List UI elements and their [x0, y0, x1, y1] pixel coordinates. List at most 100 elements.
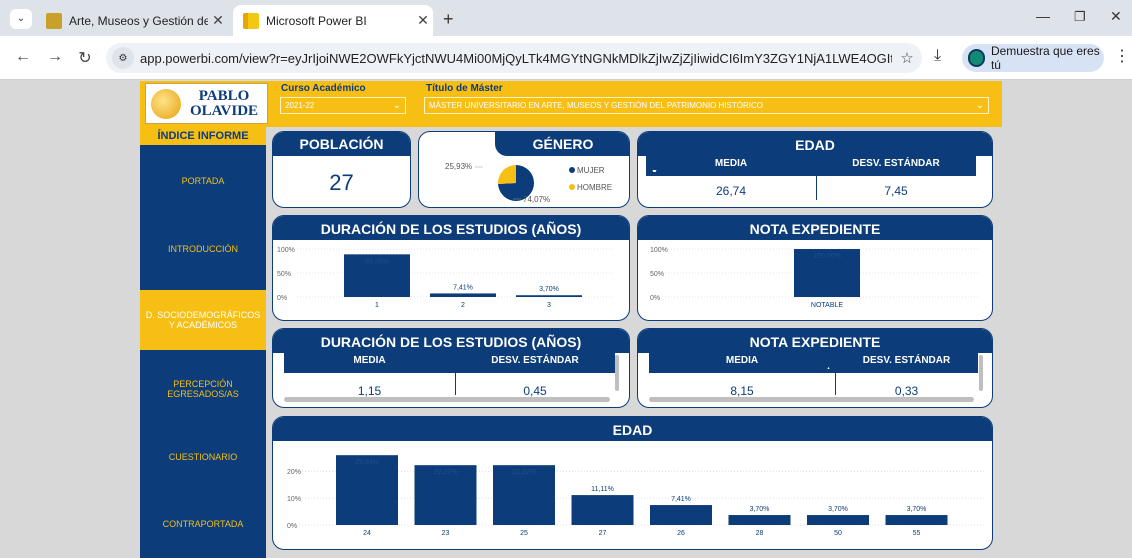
bar[interactable]	[650, 505, 712, 525]
bar[interactable]	[430, 293, 496, 297]
edad-chart: 20% 10% 0% 25,93% 24 22,22% 23 22,22% 25 11,11% 27…	[287, 455, 985, 537]
sidebar-item-sociodemograficos[interactable]: D. SOCIODEMOGRÁFICOS Y ACADÉMICOS	[140, 290, 266, 350]
new-tab-icon[interactable]: +	[443, 9, 454, 30]
chevron-down-icon: ⌄	[392, 100, 401, 111]
sidebar-item-contraportada[interactable]: CONTRAPORTADA	[140, 508, 266, 540]
url-text: app.powerbi.com/view?r=eyJrIjoiNWE2OWFkY…	[140, 50, 892, 66]
x-tick-label: 26	[677, 530, 685, 537]
legend-dot-hombre	[569, 184, 575, 190]
edad-chart-card: EDAD 20% 10% 0% 25,93% 24 22,22% 23 22,22% 25 11,…	[272, 416, 993, 550]
download-icon[interactable]: ⤓	[934, 47, 941, 65]
y-tick-label: 10%	[287, 496, 301, 503]
data-label: 7,41%	[671, 496, 691, 503]
x-tick-label: 23	[442, 530, 450, 537]
profile-label: Demuestra que eres tú	[990, 44, 1100, 72]
nota-desv-header: DESV. ESTÁNDAR	[835, 353, 978, 369]
powerbi-icon	[243, 12, 259, 29]
genero-card: GÉNERO 25,93% 74,07% MUJER HOMBRE	[418, 131, 630, 208]
bar[interactable]	[885, 515, 948, 525]
bar[interactable]	[516, 295, 582, 297]
close-window-icon[interactable]: ✕	[1110, 8, 1122, 25]
edad-desv-value: 7,45	[884, 184, 908, 198]
sidebar-item-cuestionario[interactable]: CUESTIONARIO	[140, 441, 266, 473]
vertical-scrollbar[interactable]	[979, 355, 983, 391]
legend-hombre: HOMBRE	[577, 183, 612, 192]
reload-icon[interactable]: ↻	[74, 48, 96, 68]
x-tick-label: 50	[834, 530, 842, 537]
nota-stats-card: NOTA EXPEDIENTE MEDIA DESV. ESTÁNDAR ▲ 8…	[637, 328, 993, 408]
master-slicer[interactable]: MÁSTER UNIVERSITARIO EN ARTE, MUSEOS Y G…	[424, 97, 989, 114]
y-tick-label: 0%	[650, 295, 660, 302]
sidebar-item-percepcion[interactable]: PERCEPCIÓN EGRESADOS/AS	[140, 373, 266, 405]
genero-pie: 25,93% 74,07% MUJER HOMBRE	[445, 162, 612, 204]
tab-title: Microsoft Power BI	[266, 13, 367, 28]
x-tick-label: NOTABLE	[811, 302, 843, 309]
x-tick-label: 27	[599, 530, 607, 537]
data-label: 3,70%	[907, 506, 927, 513]
site-info-icon[interactable]: ⚙	[112, 47, 134, 69]
duracion-media-header: MEDIA	[284, 353, 455, 369]
edad-media-header: MEDIA	[646, 156, 816, 172]
data-label: 100,00%	[813, 253, 841, 260]
pie-slice-hombre	[498, 165, 516, 185]
curso-value: 2021-22	[285, 101, 315, 110]
forward-icon[interactable]: →	[44, 48, 66, 66]
tab-power-bi[interactable]: Microsoft Power BI ✕	[233, 5, 433, 36]
url-field[interactable]: ⚙ app.powerbi.com/view?r=eyJrIjoiNWE2OWF…	[106, 43, 922, 73]
bookmark-star-icon[interactable]: ☆	[892, 49, 922, 67]
profile-button[interactable]: Demuestra que eres tú	[962, 44, 1104, 72]
sidebar-item-portada[interactable]: PORTADA	[140, 165, 266, 197]
horizontal-scrollbar[interactable]	[284, 397, 610, 402]
master-label: Título de Máster	[426, 83, 503, 94]
duracion-desv-header: DESV. ESTÁNDAR	[455, 353, 615, 369]
minimize-icon[interactable]: —	[1036, 8, 1050, 24]
logo-sun-icon	[151, 88, 181, 119]
y-tick-label: 0%	[277, 295, 287, 302]
menu-kebab-icon[interactable]: ⋮	[1114, 46, 1130, 66]
close-tab-icon[interactable]: ✕	[208, 12, 228, 29]
data-label: 7,41%	[453, 284, 473, 291]
poblacion-value: 27	[329, 170, 354, 195]
sidebar-item-introduccion[interactable]: INTRODUCCIÓN	[140, 233, 266, 265]
tab-strip: ⌄ Arte, Museos y Gestión del Patr ✕ Micr…	[0, 0, 1132, 36]
duracion-chart-card: DURACIÓN DE LOS ESTUDIOS (AÑOS) 100% 50% 0…	[272, 215, 630, 321]
avatar	[968, 49, 985, 67]
nota-desv-value: 0,33	[894, 384, 919, 398]
horizontal-scrollbar[interactable]	[649, 397, 974, 402]
nota-chart-card: NOTA EXPEDIENTE 100% 50% 0% 100,00% NOTABLE	[637, 215, 993, 321]
restore-icon[interactable]: ❐	[1074, 9, 1086, 25]
duracion-stats-card: DURACIÓN DE LOS ESTUDIOS (AÑOS) MEDIA DE…	[272, 328, 630, 408]
nota-chart-title: NOTA EXPEDIENTE	[638, 216, 992, 240]
nota-stats-title: NOTA EXPEDIENTE	[638, 329, 992, 353]
x-tick-label: 3	[547, 302, 551, 309]
edad-stats-card: EDAD MEDIA DESV. ESTÁNDAR ▼ 26,74 7,45	[637, 131, 993, 208]
poblacion-title: POBLACIÓN	[273, 132, 410, 156]
data-label: 3,70%	[750, 506, 770, 513]
duracion-chart-title: DURACIÓN DE LOS ESTUDIOS (AÑOS)	[273, 216, 629, 240]
x-tick-label: 25	[520, 530, 528, 537]
tab-arte-museos[interactable]: Arte, Museos y Gestión del Patr ✕	[36, 5, 228, 36]
data-label: 3,70%	[539, 286, 559, 293]
back-icon[interactable]: ←	[12, 48, 34, 66]
edad-chart-title: EDAD	[273, 417, 992, 441]
tab-search-button[interactable]: ⌄	[10, 9, 32, 29]
x-tick-label: 2	[461, 302, 465, 309]
bar[interactable]	[728, 515, 791, 525]
bar[interactable]	[807, 515, 869, 525]
y-tick-label: 100%	[277, 247, 295, 254]
data-label: 88,89%	[365, 258, 389, 265]
sidebar-title: ÍNDICE INFORME	[140, 127, 266, 145]
duracion-chart: 100% 50% 0% 88,89% 1 7,41% 2 3,70% 3	[277, 247, 613, 309]
y-tick-label: 0%	[287, 523, 297, 530]
x-tick-label: 1	[375, 302, 379, 309]
edad-media-value: 26,74	[715, 184, 747, 198]
curso-slicer[interactable]: 2021-22 ⌄	[280, 97, 406, 114]
close-tab-icon[interactable]: ✕	[413, 12, 433, 29]
header-underline	[649, 369, 978, 373]
x-tick-label: 28	[756, 530, 764, 537]
chevron-down-icon: ⌄	[975, 100, 984, 111]
bar[interactable]	[571, 495, 634, 525]
edad-stats-title: EDAD	[638, 132, 992, 156]
vertical-scrollbar[interactable]	[615, 355, 619, 391]
logo-text: PABLO OLAVIDE	[189, 87, 259, 119]
